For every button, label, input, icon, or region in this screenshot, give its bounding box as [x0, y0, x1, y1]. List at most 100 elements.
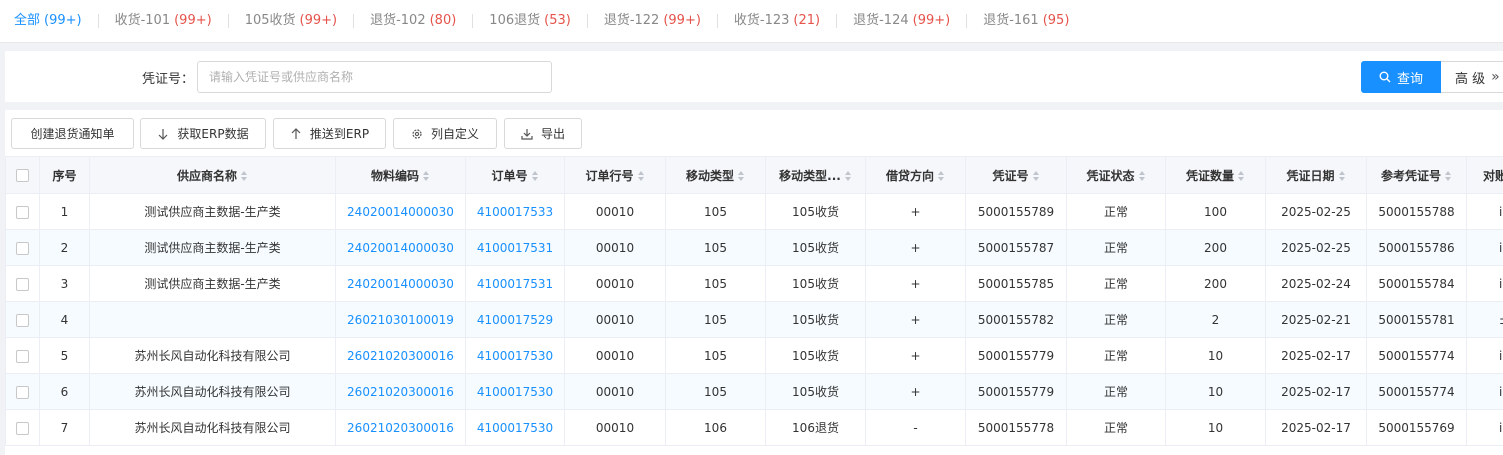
tab-count-badge: (80) [429, 13, 457, 28]
sort-icon[interactable] [938, 171, 945, 181]
table-row[interactable]: 6 苏州长风自动化科技有限公司 26021020300016 4100017530 00… [5, 373, 1503, 410]
tab-3[interactable]: 退货-102 (80) [370, 13, 474, 28]
fetch-erp-data-label: 获取ERP数据 [177, 127, 249, 141]
cell-order[interactable]: 4100017530 [465, 373, 565, 410]
tab-label: 105收货 [244, 13, 296, 28]
sort-icon[interactable] [637, 171, 645, 181]
voucher-label: 凭证号： [142, 72, 195, 87]
cell-order[interactable]: 4100017530 [465, 337, 565, 374]
column-header-order[interactable]: 订单号 [465, 156, 565, 194]
column-customize-button[interactable]: 列自定义 [393, 118, 497, 149]
cell-voucher-status: 正常 [1066, 337, 1166, 374]
column-header-order-line[interactable]: 订单行号 [564, 156, 666, 194]
cell-voucher-status: 正常 [1066, 409, 1166, 446]
tab-6[interactable]: 收货-123 (21) [734, 14, 838, 28]
cell-index: 4 [39, 301, 90, 338]
export-button[interactable]: 导出 [504, 118, 582, 149]
tab-2[interactable]: 105收货 (99+) [244, 13, 355, 28]
advanced-search-button[interactable]: 高 级 » [1441, 61, 1503, 93]
cell-order[interactable]: 4100017531 [465, 265, 565, 302]
cell-voucher-qty: 10 [1165, 373, 1266, 410]
cell-material[interactable]: 26021030100019 [335, 301, 466, 338]
cell-material[interactable]: 24020014000030 [335, 229, 466, 266]
table-row[interactable]: 7 苏州长风自动化科技有限公司 26021020300016 4100017530 00… [5, 409, 1503, 446]
cell-order[interactable]: 4100017530 [465, 409, 565, 446]
tab-5[interactable]: 退货-122 (99+) [604, 14, 718, 28]
column-header-material[interactable]: 物料编码 [335, 156, 466, 194]
voucher-search-input[interactable] [197, 61, 552, 93]
tab-7[interactable]: 退货-124 (99+) [853, 14, 968, 28]
table-row[interactable]: 5 苏州长风自动化科技有限公司 26021020300016 4100017530 00… [5, 337, 1503, 374]
cell-direction: + [865, 301, 966, 338]
row-checkbox[interactable] [5, 265, 40, 302]
cell-voucher-date: 2025-02-21 [1265, 301, 1367, 338]
row-checkbox[interactable] [5, 301, 40, 338]
sort-icon[interactable] [531, 171, 539, 181]
column-header-supplier[interactable]: 供应商名称 [89, 156, 336, 194]
column-header-voucher[interactable]: 凭证号 [965, 156, 1067, 194]
cell-voucher: 5000155782 [965, 301, 1067, 338]
cell-index: 2 [39, 229, 90, 266]
table-row[interactable]: 1 测试供应商主数据-生产类 24020014000030 4100017533 000… [5, 193, 1503, 230]
sort-icon[interactable] [1032, 171, 1040, 181]
create-return-notice-button[interactable]: 创建退货通知单 [11, 118, 134, 149]
row-checkbox[interactable] [5, 409, 40, 446]
sort-icon[interactable] [1238, 171, 1245, 181]
column-header-ref-voucher[interactable]: 参考凭证号 [1366, 156, 1467, 194]
cell-move-type-desc: 105收货 [765, 265, 866, 302]
cell-voucher-qty: 200 [1165, 229, 1266, 266]
cell-supplier: 苏州长风自动化科技有限公司 [89, 337, 336, 374]
column-header-voucher-status[interactable]: 凭证状态 [1066, 156, 1166, 194]
cell-material[interactable]: 24020014000030 [335, 193, 466, 230]
row-checkbox[interactable] [5, 229, 40, 266]
sort-icon[interactable] [1138, 171, 1146, 181]
cell-direction: + [865, 229, 966, 266]
fetch-erp-data-button[interactable]: 获取ERP数据 [140, 118, 266, 149]
tab-label: 收货-101 [114, 13, 171, 28]
cell-order[interactable]: 4100017533 [465, 193, 565, 230]
select-all-checkbox[interactable] [5, 156, 40, 194]
column-header-voucher-date[interactable]: 凭证日期 [1265, 156, 1367, 194]
table-row[interactable]: 2 测试供应商主数据-生产类 24020014000030 4100017531 000… [5, 229, 1503, 266]
column-header-direction[interactable]: 借贷方向 [865, 156, 966, 194]
cell-voucher-date: 2025-02-25 [1265, 193, 1367, 230]
tab-4[interactable]: 106退货 (53) [489, 14, 588, 28]
row-checkbox[interactable] [5, 373, 40, 410]
query-button[interactable]: 查询 [1361, 61, 1441, 93]
cell-material[interactable]: 26021020300016 [335, 409, 466, 446]
cell-index: 5 [39, 337, 90, 374]
cell-voucher-date: 2025-02-25 [1265, 229, 1367, 266]
push-to-erp-button[interactable]: 推送到ERP [273, 118, 386, 149]
cell-material[interactable]: 26021020300016 [335, 373, 466, 410]
cell-order[interactable]: 4100017531 [465, 229, 565, 266]
cell-voucher-status: 正常 [1066, 301, 1166, 338]
sort-icon[interactable] [1445, 171, 1452, 181]
action-toolbar: 创建退货通知单 获取ERP数据 推送到ERP 列自定义 导出 [5, 110, 1503, 156]
tab-count-badge: (95) [1042, 13, 1070, 28]
sort-icon[interactable] [738, 171, 745, 181]
cell-voucher-qty: 2 [1165, 301, 1266, 338]
sort-icon[interactable] [241, 171, 248, 181]
tab-0[interactable]: 全部 (99+) [14, 14, 99, 28]
sort-icon[interactable] [423, 171, 430, 181]
row-checkbox[interactable] [5, 337, 40, 374]
tab-1[interactable]: 收货-101 (99+) [115, 14, 229, 28]
column-header-move-type-desc[interactable]: 移动类型... [765, 156, 866, 194]
sort-icon[interactable] [1338, 171, 1346, 181]
row-checkbox[interactable] [5, 193, 40, 230]
sort-icon[interactable] [844, 171, 852, 181]
column-header-voucher-qty[interactable]: 凭证数量 [1165, 156, 1266, 194]
cell-voucher-qty: 10 [1165, 409, 1266, 446]
cell-order[interactable]: 4100017529 [465, 301, 565, 338]
tab-8[interactable]: 退货-161 (95) [983, 14, 1085, 28]
cell-material[interactable]: 24020014000030 [335, 265, 466, 302]
table-row[interactable]: 4 26021030100019 4100017529 00010 105 105收货 +5… [5, 301, 1503, 338]
cell-material[interactable]: 26021020300016 [335, 337, 466, 374]
gear-icon [412, 128, 422, 139]
column-header-reconcile: 对账 [1466, 156, 1503, 194]
tab-count-badge: (99+) [174, 13, 212, 28]
advanced-search-label: 高 级 [1455, 71, 1486, 87]
column-header-move-type[interactable]: 移动类型 [665, 156, 766, 194]
cell-direction: + [865, 193, 966, 230]
table-row[interactable]: 3 测试供应商主数据-生产类 24020014000030 4100017531 000… [5, 265, 1503, 302]
